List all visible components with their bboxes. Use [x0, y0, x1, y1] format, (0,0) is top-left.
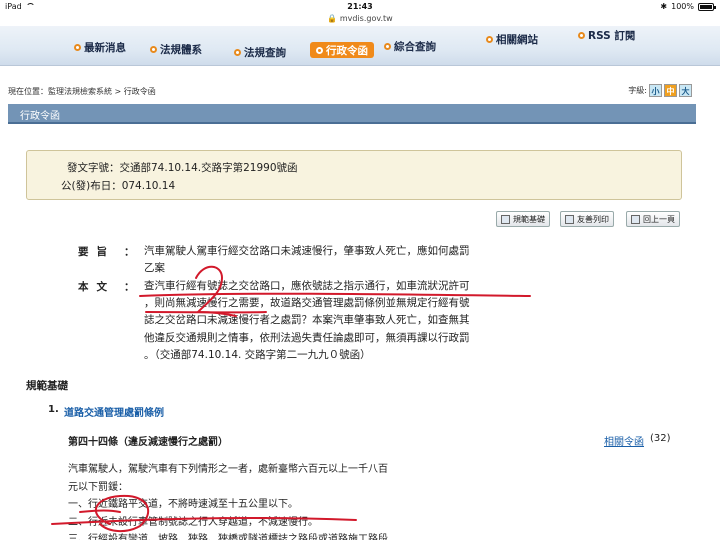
article-title: 第四十四條（違反減速慢行之處罰）	[68, 437, 228, 448]
nav-label: 行政令函	[326, 44, 368, 57]
bullet-icon	[316, 46, 323, 54]
nav-label: 法規查詢	[244, 46, 286, 59]
body-line: 。（交通部74.10.14. 交路字第二一九九０號函）	[144, 348, 371, 361]
nav-label: 相關網站	[496, 33, 538, 46]
main-nav: 最新消息 法規體系 法規查詢 行政令函 綜合查詢 相關網站 RSS 訂閱	[0, 26, 720, 66]
summary-line: 乙案	[144, 262, 165, 275]
summary-line: 汽車駕駛人駕車行經交岔路口未減速慢行，肇事致人死亡，應如何處罰	[144, 245, 470, 257]
bullet-icon	[384, 42, 391, 50]
bullet-icon	[578, 31, 585, 39]
nav-label: 綜合查詢	[394, 40, 436, 53]
body-colon: ：	[124, 281, 135, 293]
section-title: 行政令函	[20, 111, 60, 122]
lock-icon: 🔒	[327, 14, 338, 23]
nav-label: 法規體系	[160, 43, 202, 56]
body-line: ，則尚無減速慢行之需要，故道路交通管理處罰條例並無規定行經有號	[144, 297, 470, 310]
bullet-icon	[150, 45, 157, 53]
nav-general-search[interactable]: 綜合查詢	[384, 39, 436, 53]
font-size-label: 字級:	[628, 86, 647, 95]
article-line: 汽車駕駛人，駕駛汽車有下列情形之一者，處新臺幣六百元以上一千八百	[68, 464, 388, 475]
nav-law-system[interactable]: 法規體系	[150, 42, 202, 56]
bullet-icon	[234, 48, 241, 56]
clock: 21:43	[347, 2, 373, 11]
article-line: 三、行經設有彎道、坡路、狹路、狹橋或隧道標誌之路段或道路施工路段	[68, 534, 388, 540]
nav-admin-orders[interactable]: 行政令函	[310, 42, 374, 58]
related-orders-link[interactable]: 相關令函	[604, 433, 644, 448]
back-arrow-icon	[631, 214, 640, 224]
summary-text: 汽車駕駛人駕車行經交岔路口未減速慢行，肇事致人死亡，應如何處罰 乙案	[144, 243, 504, 277]
law-title-link[interactable]: 道路交通管理處罰條例	[64, 404, 164, 419]
url-bar[interactable]: 🔒 mvdis.gov.tw	[0, 14, 720, 23]
button-label: 友善列印	[577, 214, 609, 224]
article-line: 一、行近鐵路平交道，不將時速減至十五公里以下。	[68, 499, 298, 510]
body-line: 查汽車行經有號誌之交岔路口，應依號誌之指示通行，如車流狀況許可	[144, 280, 470, 292]
nav-law-search[interactable]: 法規查詢	[234, 45, 286, 59]
font-large-button[interactable]: 大	[679, 84, 692, 97]
battery-icon	[698, 2, 716, 11]
font-medium-button[interactable]: 中	[664, 84, 677, 97]
basis-heading: 規範基礎	[26, 380, 68, 392]
font-small-button[interactable]: 小	[649, 84, 662, 97]
bullet-icon	[74, 43, 81, 51]
nav-label: RSS 訂閱	[588, 29, 636, 42]
body-text: 查汽車行經有號誌之交岔路口，應依號誌之指示通行，如車流狀況許可 ，則尚無減速慢行…	[144, 278, 504, 364]
breadcrumb: 現在位置：監理法規檢索系統 > 行政令函	[8, 87, 156, 96]
nav-rss[interactable]: RSS 訂閱	[578, 28, 635, 42]
related-count: (32)	[650, 433, 671, 444]
printer-icon	[565, 214, 574, 224]
article-body: 汽車駕駛人，駕駛汽車有下列情形之一者，處新臺幣六百元以上一千八百 元以下罰鍰： …	[68, 461, 448, 540]
nav-latest-news[interactable]: 最新消息	[74, 40, 126, 54]
law-number: 1.	[48, 404, 59, 415]
font-size-control: 字級: 小 中 大	[628, 84, 692, 97]
article-line: 元以下罰鍰：	[68, 481, 128, 493]
publish-date: 公(發)布日：074.10.14	[61, 180, 176, 192]
nav-label: 最新消息	[84, 41, 126, 54]
nav-related-sites[interactable]: 相關網站	[486, 32, 538, 46]
battery-percent: 100%	[671, 2, 694, 11]
bullet-icon	[486, 35, 493, 43]
print-button[interactable]: 友善列印	[560, 211, 614, 227]
section-header: 行政令函	[8, 104, 696, 124]
summary-label: 要旨	[78, 246, 115, 258]
document-icon	[501, 214, 510, 224]
url-text: mvdis.gov.tw	[339, 14, 393, 23]
summary-colon: ：	[124, 246, 135, 258]
body-line: 誌之交岔路口未減速慢行者之處罰？本案汽車肇事致人死亡，如查無其	[144, 314, 470, 327]
status-bar: iPad 21:43 ✱ 100%	[0, 0, 720, 14]
button-label: 回上一頁	[643, 214, 675, 224]
body-label: 本文	[78, 281, 115, 293]
document-number: 發文字號：交通部74.10.14.交路字第21990號函	[67, 162, 298, 174]
body-line: 他違反交通規則之情事，依刑法過失責任論處即可，無須再課以行政罰	[144, 331, 470, 344]
bluetooth-icon: ✱	[660, 2, 668, 11]
basis-button[interactable]: 規範基礎	[496, 211, 550, 227]
back-button[interactable]: 回上一頁	[626, 211, 680, 227]
button-label: 規範基礎	[513, 214, 545, 224]
document-info-box: 發文字號：交通部74.10.14.交路字第21990號函 公(發)布日：074.…	[26, 150, 682, 200]
article-line: 二、行近未設行車管制號誌之行人穿越道，不減速慢行。	[68, 516, 318, 528]
